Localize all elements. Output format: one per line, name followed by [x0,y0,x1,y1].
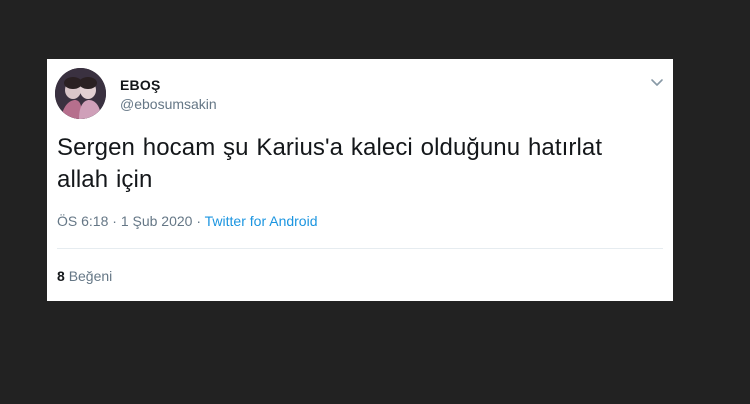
likes-count: 8 [57,268,65,284]
avatar[interactable] [55,68,106,119]
tweet-meta: ÖS 6:18 · 1 Şub 2020 · Twitter for Andro… [57,213,317,229]
tweet-source-link[interactable]: Twitter for Android [205,213,318,229]
user-handle[interactable]: @ebosumsakin [120,96,217,112]
meta-separator: · [196,213,202,229]
screenshot-background: EBOŞ @ebosumsakin Sergen hocam şu Karius… [0,0,750,404]
avatar-photo [55,68,106,119]
display-name[interactable]: EBOŞ [120,77,160,93]
divider [57,248,663,249]
tweet-text: Sergen hocam şu Karius'a kaleci olduğunu… [57,134,603,193]
tweet-card: EBOŞ @ebosumsakin Sergen hocam şu Karius… [47,59,673,301]
likes-stat[interactable]: 8 Beğeni [57,268,112,284]
tweet-time[interactable]: ÖS 6:18 [57,213,108,229]
likes-label: Beğeni [68,268,113,284]
tweet-date[interactable]: 1 Şub 2020 [121,213,193,229]
meta-separator: · [112,213,117,229]
chevron-down-icon[interactable] [648,73,666,91]
